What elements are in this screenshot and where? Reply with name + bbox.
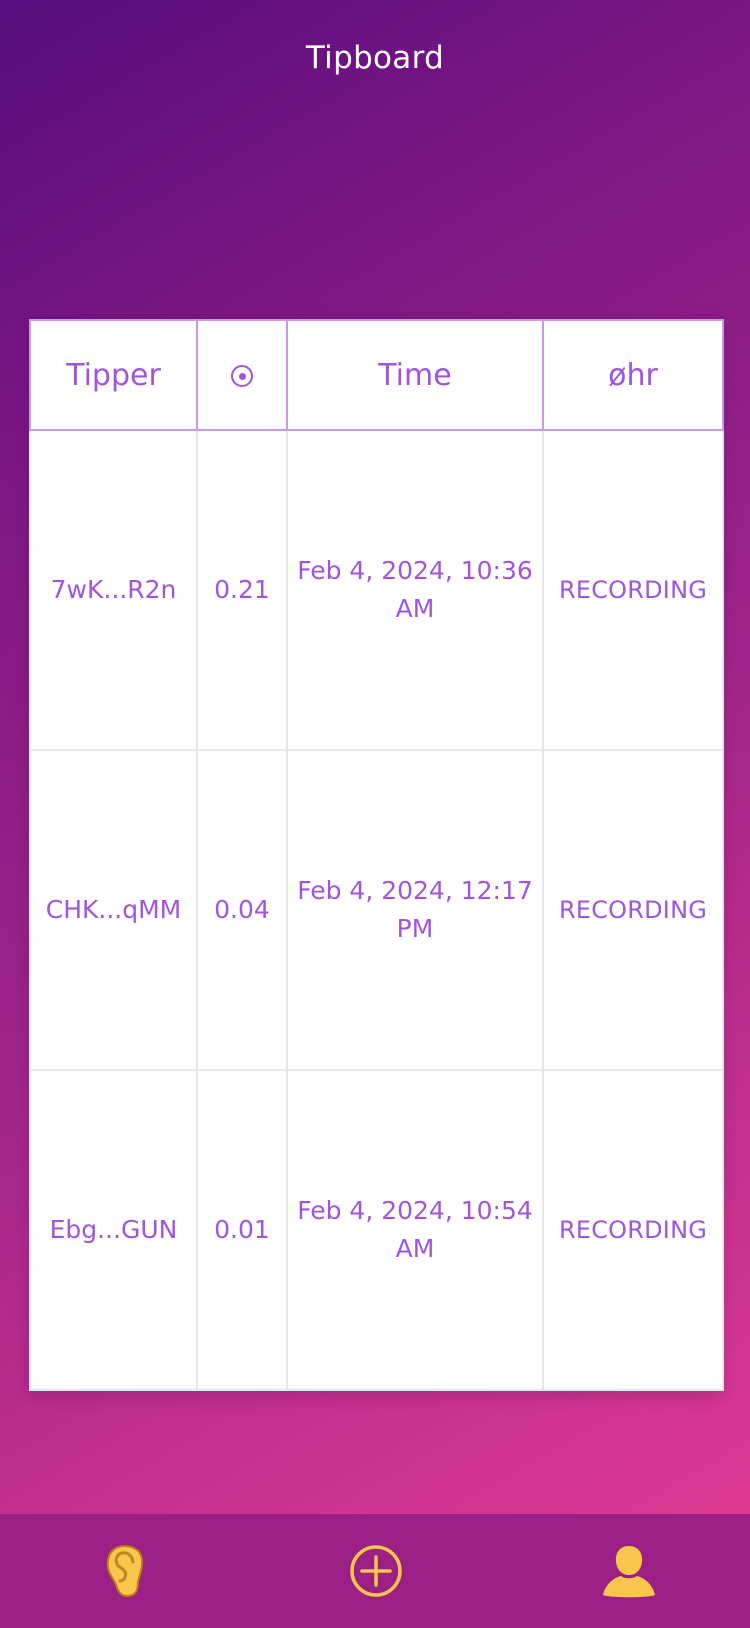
amount-cell: 0.04 (196, 749, 288, 1071)
table-row[interactable]: 7wK...R2n 0.21 Feb 4, 2024, 10:36 AM REC… (29, 429, 724, 751)
tips-table-container: Tipper Time øhr 7wK...R2n 0.21 Feb 4, 20… (29, 319, 724, 1391)
column-header-time[interactable]: Time (286, 319, 544, 431)
column-header-amount[interactable] (196, 319, 288, 431)
profile-icon (603, 1546, 655, 1598)
target-icon (231, 365, 253, 387)
nav-listen-button[interactable] (90, 1538, 160, 1604)
nav-profile-button[interactable] (594, 1538, 664, 1604)
status-cell: RECORDING (542, 429, 724, 751)
status-cell: RECORDING (542, 749, 724, 1071)
column-header-tipper[interactable]: Tipper (29, 319, 198, 431)
amount-cell: 0.21 (196, 429, 288, 751)
status-cell: RECORDING (542, 1069, 724, 1391)
table-header-row: Tipper Time øhr (29, 319, 724, 431)
bottom-nav (0, 1514, 750, 1628)
column-header-ohr[interactable]: øhr (542, 319, 724, 431)
nav-add-button[interactable] (341, 1538, 411, 1604)
tipper-cell: CHK...qMM (29, 749, 198, 1071)
amount-cell: 0.01 (196, 1069, 288, 1391)
ear-icon (106, 1544, 144, 1598)
tipper-cell: 7wK...R2n (29, 429, 198, 751)
time-cell: Feb 4, 2024, 10:36 AM (286, 429, 544, 751)
tips-table: Tipper Time øhr 7wK...R2n 0.21 Feb 4, 20… (29, 319, 724, 1391)
time-cell: Feb 4, 2024, 10:54 AM (286, 1069, 544, 1391)
table-row[interactable]: CHK...qMM 0.04 Feb 4, 2024, 12:17 PM REC… (29, 749, 724, 1071)
app-title: Tipboard (305, 40, 445, 76)
table-row[interactable]: Ebg...GUN 0.01 Feb 4, 2024, 10:54 AM REC… (29, 1069, 724, 1391)
plus-circle-icon (350, 1545, 402, 1597)
tipper-cell: Ebg...GUN (29, 1069, 198, 1391)
time-cell: Feb 4, 2024, 12:17 PM (286, 749, 544, 1071)
